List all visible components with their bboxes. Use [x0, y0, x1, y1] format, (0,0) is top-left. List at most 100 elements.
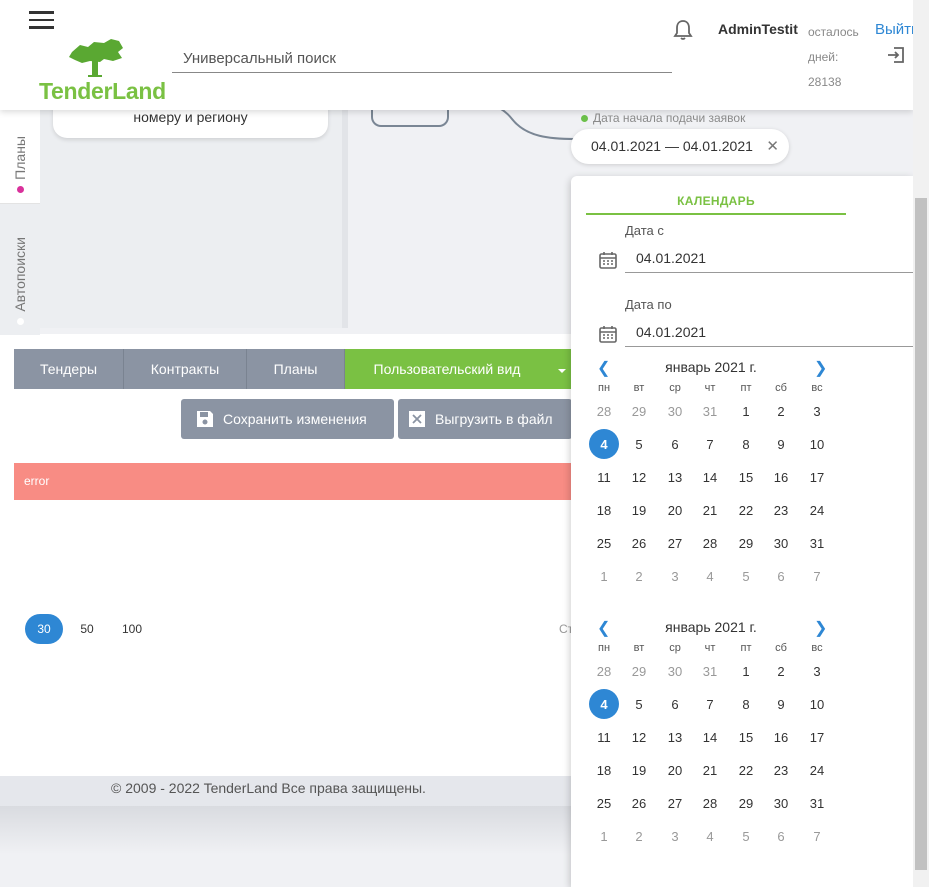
calendar-day[interactable]: 7	[802, 821, 832, 851]
calendar-day[interactable]: 30	[660, 396, 690, 426]
calendar-day[interactable]: 5	[731, 561, 761, 591]
calendar-day[interactable]: 1	[731, 656, 761, 686]
calendar-day[interactable]: 2	[624, 821, 654, 851]
calendar-day[interactable]: 15	[731, 722, 761, 752]
calendar-day[interactable]: 24	[802, 495, 832, 525]
calendar-day[interactable]: 31	[695, 656, 725, 686]
calendar-day[interactable]: 29	[624, 656, 654, 686]
calendar-day[interactable]: 26	[624, 528, 654, 558]
calendar-day[interactable]: 23	[766, 495, 796, 525]
calendar-day[interactable]: 16	[766, 462, 796, 492]
calendar-day[interactable]: 3	[660, 561, 690, 591]
side-tab-autosearch[interactable]: Автопоиски	[0, 204, 40, 335]
chevron-right-icon[interactable]: ❯	[814, 618, 827, 638]
calendar-day[interactable]: 26	[624, 788, 654, 818]
calendar-icon[interactable]	[598, 324, 618, 344]
calendar-day[interactable]: 25	[589, 528, 619, 558]
calendar-day[interactable]: 12	[624, 722, 654, 752]
calendar-day[interactable]: 30	[766, 788, 796, 818]
calendar-day[interactable]: 9	[766, 429, 796, 459]
export-button[interactable]: Выгрузить в файл	[398, 399, 572, 439]
chevron-down-icon[interactable]	[558, 369, 566, 373]
scrollbar[interactable]	[913, 0, 929, 887]
month-title[interactable]: январь 2021 г.	[641, 359, 781, 375]
calendar-day[interactable]: 17	[802, 722, 832, 752]
date-from-input[interactable]: 04.01.2021	[625, 247, 913, 273]
calendar-day[interactable]: 2	[766, 396, 796, 426]
search-input[interactable]: Универсальный поиск	[172, 47, 672, 73]
tab-contracts[interactable]: Контракты	[124, 349, 247, 389]
calendar-day[interactable]: 18	[589, 755, 619, 785]
calendar-day[interactable]: 22	[731, 495, 761, 525]
calendar-day[interactable]: 15	[731, 462, 761, 492]
calendar-day[interactable]: 30	[660, 656, 690, 686]
calendar-day[interactable]: 10	[802, 689, 832, 719]
calendar-day[interactable]: 27	[660, 528, 690, 558]
russia-tree-logo-icon[interactable]	[66, 36, 126, 78]
month-title[interactable]: январь 2021 г.	[641, 619, 781, 635]
calendar-day[interactable]: 22	[731, 755, 761, 785]
calendar-day[interactable]: 1	[589, 561, 619, 591]
calendar-day[interactable]: 8	[731, 689, 761, 719]
chevron-left-icon[interactable]: ❮	[597, 618, 610, 638]
chevron-left-icon[interactable]: ❮	[597, 358, 610, 378]
calendar-day[interactable]: 2	[624, 561, 654, 591]
calendar-day[interactable]: 14	[695, 722, 725, 752]
calendar-day[interactable]: 3	[660, 821, 690, 851]
scrollbar-thumb[interactable]	[915, 198, 927, 870]
side-tab-plans[interactable]: Планы	[0, 110, 40, 204]
calendar-day[interactable]: 10	[802, 429, 832, 459]
calendar-day[interactable]: 4	[589, 429, 619, 459]
calendar-day[interactable]: 30	[766, 528, 796, 558]
calendar-day[interactable]: 9	[766, 689, 796, 719]
calendar-day[interactable]: 31	[802, 788, 832, 818]
calendar-day[interactable]: 4	[695, 821, 725, 851]
calendar-day[interactable]: 5	[731, 821, 761, 851]
page-size-50[interactable]: 50	[72, 614, 102, 644]
calendar-day[interactable]: 28	[695, 788, 725, 818]
calendar-day[interactable]: 6	[660, 689, 690, 719]
calendar-day[interactable]: 31	[695, 396, 725, 426]
calendar-day[interactable]: 21	[695, 755, 725, 785]
calendar-day[interactable]: 11	[589, 722, 619, 752]
page-size-100[interactable]: 100	[115, 614, 149, 644]
calendar-day[interactable]: 8	[731, 429, 761, 459]
calendar-day[interactable]: 12	[624, 462, 654, 492]
calendar-day[interactable]: 5	[624, 689, 654, 719]
logo-text[interactable]: TenderLand	[39, 78, 166, 105]
calendar-day[interactable]: 7	[695, 689, 725, 719]
save-button[interactable]: Сохранить изменения	[181, 399, 394, 439]
calendar-day[interactable]: 7	[802, 561, 832, 591]
calendar-day[interactable]: 1	[589, 821, 619, 851]
calendar-day[interactable]: 18	[589, 495, 619, 525]
calendar-icon[interactable]	[598, 250, 618, 270]
close-icon[interactable]: ✕	[766, 137, 779, 155]
calendar-day[interactable]: 4	[695, 561, 725, 591]
tab-tenders[interactable]: Тендеры	[14, 349, 124, 389]
calendar-day[interactable]: 27	[660, 788, 690, 818]
chevron-right-icon[interactable]: ❯	[814, 358, 827, 378]
panel-divider[interactable]	[342, 110, 348, 328]
menu-icon[interactable]	[29, 11, 54, 29]
calendar-day[interactable]: 3	[802, 656, 832, 686]
page-size-30[interactable]: 30	[25, 614, 63, 644]
calendar-day[interactable]: 25	[589, 788, 619, 818]
calendar-day[interactable]: 3	[802, 396, 832, 426]
tab-plans[interactable]: Планы	[247, 349, 345, 389]
date-to-input[interactable]: 04.01.2021	[625, 321, 913, 347]
calendar-day[interactable]: 20	[660, 495, 690, 525]
calendar-day[interactable]: 28	[589, 656, 619, 686]
calendar-day[interactable]: 24	[802, 755, 832, 785]
calendar-day[interactable]: 20	[660, 755, 690, 785]
calendar-day[interactable]: 14	[695, 462, 725, 492]
calendar-day[interactable]: 29	[624, 396, 654, 426]
calendar-day[interactable]: 11	[589, 462, 619, 492]
calendar-day[interactable]: 29	[731, 788, 761, 818]
username[interactable]: AdminTestit	[718, 21, 798, 37]
calendar-day[interactable]: 2	[766, 656, 796, 686]
calendar-day[interactable]: 5	[624, 429, 654, 459]
calendar-day[interactable]: 16	[766, 722, 796, 752]
date-filter-chip[interactable]: 04.01.2021 — 04.01.2021 ✕	[571, 129, 789, 164]
calendar-day[interactable]: 28	[695, 528, 725, 558]
tab-custom-view[interactable]: Пользовательский вид	[345, 349, 574, 389]
